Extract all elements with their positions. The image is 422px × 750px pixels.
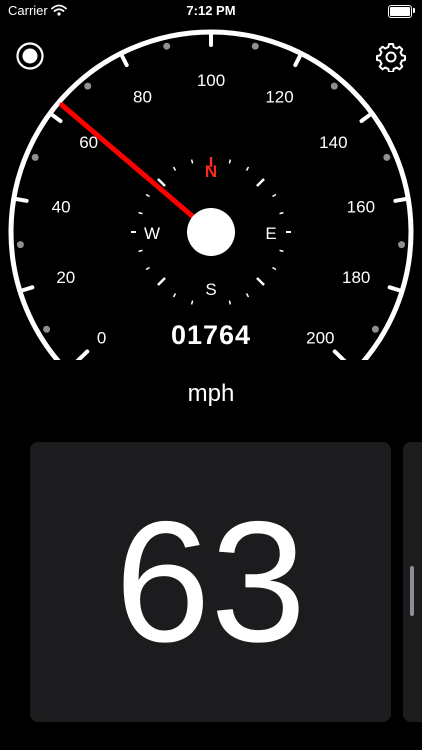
compass-tick bbox=[190, 159, 194, 164]
compass-tick bbox=[138, 211, 143, 215]
compass-tick bbox=[228, 300, 232, 305]
gauge-minor-dot bbox=[330, 82, 338, 90]
gauge-major-tick bbox=[75, 349, 90, 360]
speed-needle bbox=[59, 102, 214, 235]
battery-icon bbox=[388, 5, 412, 18]
gauge-major-tick bbox=[332, 349, 347, 360]
status-bar: Carrier 7:12 PM bbox=[0, 0, 422, 22]
compass-tick bbox=[272, 193, 277, 198]
compass-west-label: W bbox=[144, 224, 160, 243]
gauge-tick-label: 80 bbox=[133, 87, 152, 106]
speed-unit-label[interactable]: mph bbox=[0, 380, 422, 408]
gauge-major-tick bbox=[293, 51, 304, 68]
gauge-minor-dot bbox=[163, 42, 171, 50]
gauge-major-tick bbox=[387, 285, 405, 294]
compass-tick bbox=[272, 266, 277, 271]
gauge-major-tick bbox=[359, 111, 374, 124]
compass-tick bbox=[190, 300, 194, 305]
compass-east-label: E bbox=[265, 224, 276, 243]
gauge-major-tick bbox=[11, 196, 29, 203]
gauge-major-tick bbox=[393, 196, 411, 203]
compass-tick bbox=[245, 166, 250, 171]
odometer: 01764 bbox=[170, 320, 252, 350]
gauge-tick-label: 120 bbox=[265, 87, 293, 106]
gauge-minor-dot bbox=[383, 153, 391, 161]
compass-tick bbox=[228, 159, 232, 164]
compass-south-label: S bbox=[205, 280, 216, 299]
scroll-indicator[interactable] bbox=[410, 566, 414, 616]
compass-tick bbox=[279, 249, 284, 253]
gauge-major-tick bbox=[17, 285, 35, 294]
compass-tick bbox=[145, 193, 150, 198]
speed-card[interactable]: 63 bbox=[30, 442, 391, 722]
gauge-minor-dot bbox=[16, 241, 24, 249]
compass-tick bbox=[145, 266, 150, 271]
compass-tick bbox=[245, 293, 250, 298]
gauge-major-tick bbox=[118, 51, 129, 68]
gauge-tick-label: 180 bbox=[342, 268, 370, 287]
gauge-minor-dot bbox=[84, 82, 92, 90]
compass-tick bbox=[256, 178, 265, 187]
compass-tick bbox=[157, 277, 166, 286]
speedometer-gauge: 020406080100120140160180200 N E S W bbox=[8, 29, 414, 360]
clock: 7:12 PM bbox=[186, 3, 236, 18]
speed-value: 63 bbox=[114, 486, 307, 678]
gauge-minor-dot bbox=[31, 153, 39, 161]
gauge-tick-label: 100 bbox=[197, 71, 225, 90]
gauge-tick-label: 40 bbox=[52, 198, 71, 217]
compass-tick bbox=[138, 249, 143, 253]
gauge-tick-label: 140 bbox=[319, 133, 347, 152]
gauge-tick-label: 20 bbox=[56, 268, 75, 287]
compass-tick bbox=[172, 293, 177, 298]
gauge-minor-dot bbox=[251, 42, 259, 50]
compass-tick bbox=[256, 277, 265, 286]
compass-tick bbox=[279, 211, 284, 215]
gauge-major-tick bbox=[48, 111, 63, 124]
compass-tick bbox=[172, 166, 177, 171]
gauge-tick-label: 160 bbox=[347, 198, 375, 217]
needle-hub bbox=[187, 208, 235, 256]
gauge-minor-dot bbox=[398, 241, 406, 249]
